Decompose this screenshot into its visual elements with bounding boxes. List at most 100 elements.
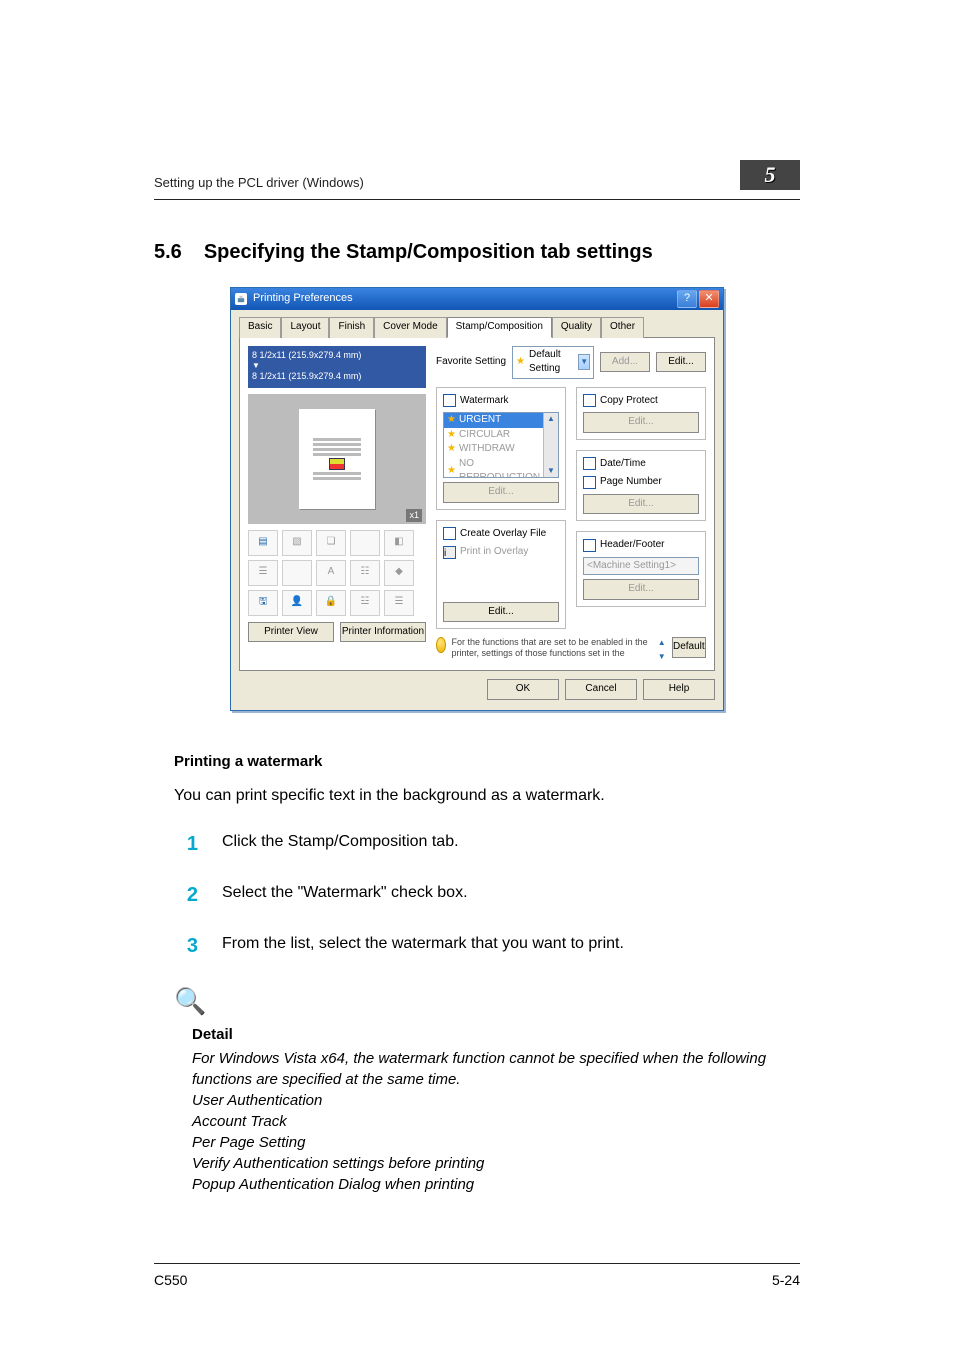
opt-icon-2[interactable]: ▧ — [282, 530, 312, 556]
flag-icon — [329, 458, 345, 470]
preview-sheet — [299, 409, 375, 509]
tab-stamp-composition[interactable]: Stamp/Composition — [447, 317, 552, 338]
running-head: Setting up the PCL driver (Windows) — [154, 174, 800, 200]
printer-view-button[interactable]: Printer View — [248, 622, 334, 643]
opt-icon-14[interactable]: ☳ — [350, 590, 380, 616]
magnifier-icon: 🔍 — [174, 983, 800, 1021]
tab-strip: Basic Layout Finish Cover Mode Stamp/Com… — [239, 316, 715, 337]
footer-right: 5-24 — [772, 1270, 800, 1290]
printer-information-button[interactable]: Printer Information — [340, 622, 426, 643]
star-icon: ★ — [516, 355, 525, 370]
header-footer-edit-button[interactable]: Edit... — [583, 579, 699, 600]
watermark-checkbox[interactable]: Watermark — [443, 394, 559, 409]
tab-quality[interactable]: Quality — [552, 317, 601, 338]
tab-layout[interactable]: Layout — [281, 317, 329, 338]
bulb-icon — [436, 637, 446, 653]
paper-info-line-2: 8 1/2x11 (215.9x279.4 mm) — [252, 370, 422, 383]
dialog-footer: OK Cancel Help — [239, 671, 715, 700]
default-button[interactable]: Default — [672, 637, 706, 658]
opt-icon-6[interactable]: ☰ — [248, 560, 278, 586]
opt-icon-13[interactable]: 🔒 — [316, 590, 346, 616]
opt-icon-11[interactable]: 🖫 — [248, 590, 278, 616]
tab-other[interactable]: Other — [601, 317, 644, 338]
chevron-down-icon: ▼ — [578, 354, 590, 370]
detail-body: For Windows Vista x64, the watermark fun… — [192, 1048, 800, 1195]
hint-row: For the functions that are set to be ena… — [436, 637, 706, 662]
tab-finish[interactable]: Finish — [329, 317, 374, 338]
opt-icon-3[interactable]: ❏ — [316, 530, 346, 556]
date-time-checkbox[interactable]: Date/Time — [583, 457, 699, 472]
paper-info-line-1: 8 1/2x11 (215.9x279.4 mm) — [252, 349, 422, 362]
opt-icon-10[interactable]: ◆ — [384, 560, 414, 586]
list-item: ★WITHDRAW — [444, 442, 558, 457]
tab-cover-mode[interactable]: Cover Mode — [374, 317, 446, 338]
watermark-group: Watermark ★URGENT ★CIRCULAR ★WITHDRAW ★N… — [436, 387, 566, 510]
copy-protect-checkbox[interactable]: Copy Protect — [583, 394, 699, 409]
list-item: ★NO REPRODUCTION — [444, 457, 558, 479]
dialog-title: Printing Preferences — [253, 291, 353, 307]
print-in-overlay-checkbox[interactable]: iPrint in Overlay — [443, 545, 559, 560]
app-icon — [235, 293, 247, 305]
section-heading: 5.6 Specifying the Stamp/Composition tab… — [154, 238, 800, 267]
step-3: 3From the list, select the watermark tha… — [174, 932, 800, 961]
close-icon[interactable]: ✕ — [699, 290, 719, 308]
opt-icon-4[interactable] — [350, 530, 380, 556]
step-2: 2Select the "Watermark" check box. — [174, 881, 800, 910]
zoom-indicator: x1 — [406, 509, 422, 522]
detail-block: 🔍 Detail For Windows Vista x64, the wate… — [174, 983, 800, 1195]
footer-left: C550 — [154, 1270, 187, 1290]
favorite-add-button[interactable]: Add... — [600, 352, 650, 373]
header-footer-select[interactable]: <Machine Setting1> — [583, 557, 699, 576]
date-page-edit-button[interactable]: Edit... — [583, 494, 699, 515]
section-number: 5.6 — [154, 238, 182, 267]
intro-paragraph: You can print specific text in the backg… — [174, 784, 800, 807]
ok-button[interactable]: OK — [487, 679, 559, 700]
list-item: ★URGENT — [444, 413, 558, 428]
list-item: ★CIRCULAR — [444, 428, 558, 443]
titlebar[interactable]: Printing Preferences ? ✕ — [231, 288, 723, 310]
copy-protect-edit-button[interactable]: Edit... — [583, 412, 699, 433]
page-number-checkbox[interactable]: Page Number — [583, 475, 699, 490]
opt-icon-9[interactable]: ☷ — [350, 560, 380, 586]
chapter-badge: 5 — [740, 160, 800, 190]
help-button[interactable]: Help — [643, 679, 715, 700]
watermark-edit-button[interactable]: Edit... — [443, 482, 559, 503]
page-preview: x1 — [248, 394, 426, 524]
scrollbar[interactable]: ▲▼ — [543, 413, 558, 477]
running-head-text: Setting up the PCL driver (Windows) — [154, 175, 364, 190]
create-overlay-checkbox[interactable]: Create Overlay File — [443, 527, 559, 542]
opt-icon-15[interactable]: ☰ — [384, 590, 414, 616]
overlay-group: Create Overlay File iPrint in Overlay Ed… — [436, 520, 566, 630]
favorite-setting-value: Default Setting — [529, 348, 574, 377]
subheading: Printing a watermark — [174, 751, 800, 773]
favorite-edit-button[interactable]: Edit... — [656, 352, 706, 373]
page-footer: C550 5-24 — [154, 1263, 800, 1290]
header-footer-group: Header/Footer <Machine Setting1> Edit... — [576, 531, 706, 607]
favorite-setting-select[interactable]: ★ Default Setting ▼ — [512, 346, 594, 379]
chapter-number: 5 — [765, 159, 776, 191]
opt-icon-12[interactable]: 👤 — [282, 590, 312, 616]
printing-preferences-dialog: Printing Preferences ? ✕ Basic Layout Fi… — [230, 287, 724, 711]
header-footer-checkbox[interactable]: Header/Footer — [583, 538, 699, 553]
hint-scroll[interactable]: ▲▼ — [658, 637, 666, 662]
detail-heading: Detail — [192, 1024, 800, 1046]
watermark-listbox[interactable]: ★URGENT ★CIRCULAR ★WITHDRAW ★NO REPRODUC… — [443, 412, 559, 478]
section-title: Specifying the Stamp/Composition tab set… — [204, 238, 653, 267]
opt-icon-5[interactable]: ◧ — [384, 530, 414, 556]
overlay-edit-button[interactable]: Edit... — [443, 602, 559, 623]
favorite-setting-label: Favorite Setting — [436, 355, 506, 370]
opt-icon-1[interactable]: ▤ — [248, 530, 278, 556]
opt-icon-8[interactable]: A — [316, 560, 346, 586]
step-1: 1Click the Stamp/Composition tab. — [174, 830, 800, 859]
watermark-check-label: Watermark — [460, 394, 509, 409]
tab-basic[interactable]: Basic — [239, 317, 281, 338]
cancel-button[interactable]: Cancel — [565, 679, 637, 700]
paper-info: 8 1/2x11 (215.9x279.4 mm) ▼ 8 1/2x11 (21… — [248, 346, 426, 388]
option-icon-grid: ▤ ▧ ❏ ◧ ☰ A ☷ ◆ 🖫 👤 🔒 — [248, 530, 426, 616]
copy-protect-group: Copy Protect Edit... — [576, 387, 706, 440]
help-icon[interactable]: ? — [677, 290, 697, 308]
hint-text: For the functions that are set to be ena… — [452, 637, 652, 659]
step-list: 1Click the Stamp/Composition tab. 2Selec… — [174, 830, 800, 961]
opt-icon-7[interactable] — [282, 560, 312, 586]
date-page-group: Date/Time Page Number Edit... — [576, 450, 706, 522]
